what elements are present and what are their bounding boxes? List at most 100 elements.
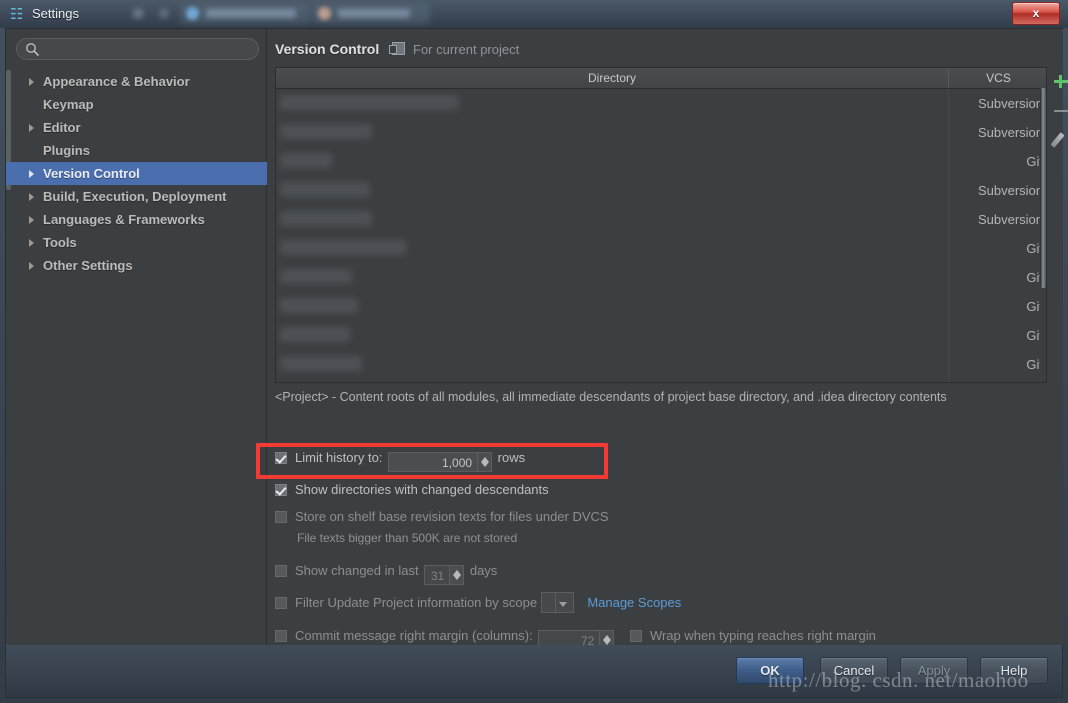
chevron-right-icon[interactable] <box>29 262 34 270</box>
obscured-tab-text <box>133 9 143 18</box>
page-title: Version Control <box>275 41 380 57</box>
sidebar-item-tools[interactable]: Tools <box>6 231 267 254</box>
dialog-footer: OK Cancel Apply Help <box>5 645 1063 698</box>
limit-history-stepper[interactable] <box>478 452 493 472</box>
show-changed-suffix: days <box>469 563 498 578</box>
help-button[interactable]: Help <box>980 657 1048 684</box>
directory-cell <box>280 124 372 139</box>
option-show-directories[interactable]: Show directories with changed descendant… <box>275 479 549 501</box>
table-row[interactable]: Git <box>276 263 1046 292</box>
wrap-typing-label: Wrap when typing reaches right margin <box>649 628 876 643</box>
limit-history-suffix: rows <box>497 450 526 465</box>
vcs-cell: Subversion <box>948 89 1047 118</box>
show-changed-stepper[interactable] <box>450 565 465 585</box>
window-title: Settings <box>32 6 79 21</box>
vcs-directory-table: Directory VCS Subversion Subversion Git Sub… <box>275 67 1047 383</box>
store-on-shelf-checkbox[interactable] <box>275 511 287 523</box>
table-row[interactable]: Git <box>276 292 1046 321</box>
search-input[interactable] <box>16 38 259 60</box>
manage-scopes-link[interactable]: Manage Scopes <box>587 595 681 610</box>
table-row[interactable]: Subversion <box>276 176 1046 205</box>
sidebar-item-other-settings[interactable]: Other Settings <box>6 254 267 277</box>
table-row[interactable]: Git <box>276 350 1046 379</box>
limit-history-label: Limit history to: <box>295 450 383 465</box>
ok-button[interactable]: OK <box>736 657 804 684</box>
add-mapping-button[interactable] <box>1050 67 1068 96</box>
sidebar-item-editor[interactable]: Editor <box>6 116 267 139</box>
sidebar-item-label: Version Control <box>43 166 140 181</box>
vcs-cell: Git <box>948 234 1047 263</box>
wrap-typing-checkbox[interactable] <box>629 630 642 642</box>
sidebar-item-version-control[interactable]: Version Control <box>6 162 267 185</box>
directory-cell <box>280 95 458 110</box>
column-header-directory[interactable]: Directory <box>276 68 948 88</box>
chevron-right-icon[interactable] <box>29 216 34 224</box>
table-row[interactable]: Subversion <box>276 205 1046 234</box>
table-toolbar <box>1050 67 1068 154</box>
table-row[interactable]: Git <box>276 321 1046 350</box>
version-control-panel: Version Control For current project Dire… <box>267 29 1068 670</box>
sidebar-item-label: Build, Execution, Deployment <box>43 189 227 204</box>
cancel-button[interactable]: Cancel <box>820 657 888 684</box>
show-directories-label: Show directories with changed descendant… <box>295 482 549 497</box>
table-row[interactable]: Git <box>276 234 1046 263</box>
remove-mapping-button[interactable] <box>1050 96 1068 125</box>
obscured-tab-text <box>338 9 410 18</box>
filter-scope-checkbox[interactable] <box>275 597 287 609</box>
sidebar-item-label: Editor <box>43 120 81 135</box>
apply-button[interactable]: Apply <box>900 657 968 684</box>
show-changed-spinner[interactable]: 31 <box>424 565 465 585</box>
vcs-cell: Subversion <box>948 118 1047 147</box>
obscured-tab-text <box>206 9 296 18</box>
option-filter-by-scope[interactable]: Filter Update Project information by sco… <box>275 592 681 614</box>
sidebar-item-appearance-behavior[interactable]: Appearance & Behavior <box>6 70 267 93</box>
limit-history-value[interactable]: 1,000 <box>388 452 479 472</box>
commit-margin-checkbox[interactable] <box>275 630 287 642</box>
option-show-changed-in-last[interactable]: Show changed in last 31 days <box>275 560 498 585</box>
chevron-right-icon[interactable] <box>29 124 34 132</box>
store-on-shelf-note: File texts bigger than 500K are not stor… <box>297 531 518 545</box>
table-row[interactable]: Git <box>276 147 1046 176</box>
option-commit-margin[interactable]: Commit message right margin (columns): 7… <box>275 625 876 650</box>
show-directories-checkbox[interactable] <box>275 484 287 496</box>
chevron-right-icon[interactable] <box>29 78 34 86</box>
settings-window: ☷ Settings x Appearance & Behavior Keyma… <box>0 0 1068 703</box>
show-changed-checkbox[interactable] <box>275 565 287 577</box>
limit-history-checkbox[interactable] <box>275 452 287 464</box>
intellij-logo-icon: ☷ <box>10 5 23 23</box>
chevron-right-icon[interactable] <box>29 193 34 201</box>
sidebar-item-plugins[interactable]: Plugins <box>6 139 267 162</box>
table-scrollbar-thumb[interactable] <box>1040 88 1046 288</box>
column-header-vcs[interactable]: VCS <box>948 68 1048 88</box>
obscured-tab-dot <box>186 7 199 20</box>
sidebar-item-build-execution-deployment[interactable]: Build, Execution, Deployment <box>6 185 267 208</box>
vcs-cell: Git <box>948 263 1047 292</box>
close-button[interactable]: x <box>1012 2 1060 25</box>
table-row[interactable]: Subversion <box>276 89 1046 118</box>
edit-mapping-button[interactable] <box>1050 125 1068 154</box>
table-body: Subversion Subversion Git Subversion Subvers… <box>276 89 1046 379</box>
option-limit-history[interactable]: Limit history to: 1,000 rows <box>275 447 526 472</box>
chevron-right-icon[interactable] <box>29 239 34 247</box>
table-header: Directory VCS <box>276 68 1046 89</box>
limit-history-spinner[interactable]: 1,000 <box>388 452 493 472</box>
directory-cell <box>280 240 406 255</box>
table-row[interactable]: Subversion <box>276 118 1046 147</box>
search-box[interactable] <box>16 38 259 60</box>
option-store-on-shelf[interactable]: Store on shelf base revision texts for f… <box>275 506 609 528</box>
sidebar-item-label: Other Settings <box>43 258 133 273</box>
table-scrollbar[interactable] <box>1040 88 1046 382</box>
commit-margin-label: Commit message right margin (columns): <box>295 628 533 643</box>
sidebar-item-keymap[interactable]: Keymap <box>6 93 267 116</box>
project-note: <Project> - Content roots of all modules… <box>275 390 947 404</box>
scope-label: For current project <box>413 42 520 57</box>
chevron-right-icon[interactable] <box>29 170 34 178</box>
show-changed-value[interactable]: 31 <box>424 565 451 585</box>
filter-scope-label: Filter Update Project information by sco… <box>295 595 538 610</box>
sidebar-item-label: Languages & Frameworks <box>43 212 205 227</box>
sidebar-item-label: Tools <box>43 235 77 250</box>
sidebar-item-languages-frameworks[interactable]: Languages & Frameworks <box>6 208 267 231</box>
copy-scope-icon <box>389 42 406 55</box>
scope-select[interactable] <box>540 592 574 613</box>
vcs-cell: Git <box>948 292 1047 321</box>
